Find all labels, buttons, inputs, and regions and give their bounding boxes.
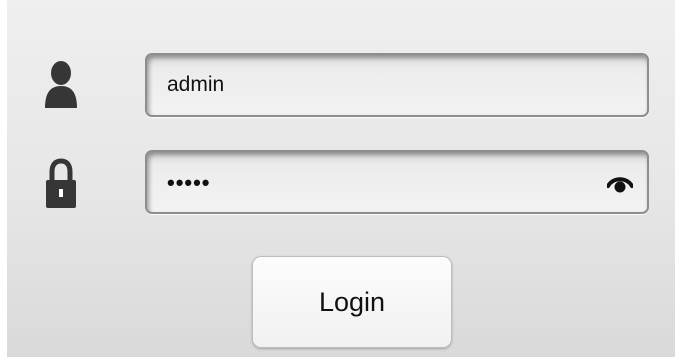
login-panel: admin ••••• Login (7, 0, 675, 357)
username-row: admin (7, 53, 675, 123)
password-input[interactable]: ••••• (145, 150, 649, 214)
password-row: ••••• (7, 150, 675, 220)
username-value: admin (167, 73, 225, 96)
login-button[interactable]: Login (252, 256, 452, 348)
user-icon (41, 56, 81, 116)
username-input[interactable]: admin (145, 53, 649, 117)
eye-icon[interactable] (606, 174, 634, 194)
lock-icon (41, 153, 81, 213)
password-value: ••••• (167, 170, 211, 195)
